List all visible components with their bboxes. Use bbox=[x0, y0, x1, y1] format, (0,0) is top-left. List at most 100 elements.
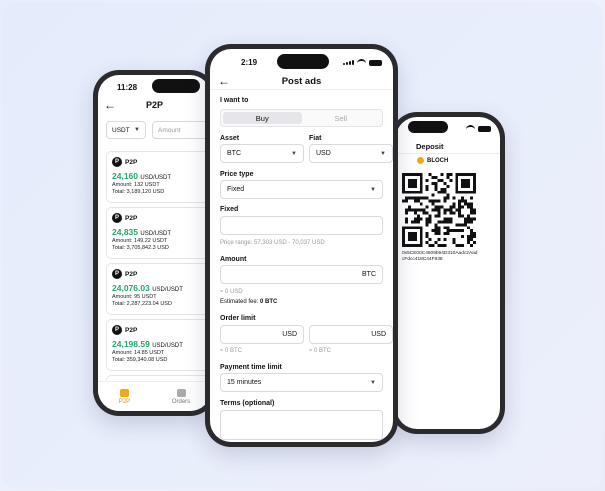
fee-label: Estimated fee: bbox=[220, 299, 261, 305]
amount-unit: BTC bbox=[362, 271, 376, 278]
order-limit-min-input[interactable]: USD bbox=[220, 325, 304, 344]
buy-tab[interactable]: Buy bbox=[223, 112, 302, 124]
offer-total: Total: 3,189,120 USD bbox=[112, 189, 165, 195]
dynamic-island bbox=[408, 121, 448, 133]
offer-card[interactable]: P P2P 24,160 USD/USDT Amount: 132 USDT To… bbox=[106, 151, 211, 203]
offer-card[interactable]: P P2P 24,835 USD/USDT Amount: 149.22 USDT… bbox=[106, 207, 211, 259]
terms-input[interactable] bbox=[220, 410, 383, 440]
offer-unit: USD/USDT bbox=[152, 287, 183, 293]
post-ads-navbar: ← Post ads bbox=[210, 73, 393, 89]
offer-price: 24,835 bbox=[112, 227, 138, 237]
status-icons bbox=[343, 59, 382, 66]
deposit-phone: Deposit BLOCH 0x5CE00C4609b94D310Aadc2Aa… bbox=[391, 112, 505, 434]
sell-tab[interactable]: Sell bbox=[302, 112, 381, 124]
chevron-down-icon: ▼ bbox=[380, 150, 386, 157]
asset-label: Asset bbox=[220, 135, 240, 142]
p2p-logo-icon: P bbox=[112, 325, 122, 335]
fiat-value: USD bbox=[316, 150, 331, 157]
offer-name: P2P bbox=[125, 158, 138, 166]
post-ads-screen: 2:19 ← Post ads I want to Buy Sell Asset… bbox=[210, 49, 393, 442]
divider bbox=[396, 153, 500, 154]
amount-input[interactable]: BTC bbox=[220, 265, 383, 284]
limit-unit: USD bbox=[371, 331, 386, 338]
price-type-select[interactable]: Fixed ▼ bbox=[220, 180, 383, 199]
offer-price: 24,076.03 bbox=[112, 283, 150, 293]
fee-value: 0 BTC bbox=[260, 299, 278, 305]
offer-price: 24,198.59 bbox=[112, 339, 150, 349]
order-limit-label: Order limit bbox=[220, 315, 256, 322]
offer-name: P2P bbox=[125, 214, 138, 222]
offer-total: Total: 2,287,223.04 USD bbox=[112, 301, 172, 307]
offer-name: P2P bbox=[125, 326, 138, 334]
asset-select[interactable]: BTC ▼ bbox=[220, 144, 304, 163]
status-icons bbox=[466, 125, 491, 132]
limit-unit: USD bbox=[282, 331, 297, 338]
back-arrow-icon[interactable]: ← bbox=[218, 74, 230, 88]
tab-orders[interactable]: Orders bbox=[172, 388, 190, 405]
wifi-icon bbox=[466, 125, 475, 132]
offer-unit: USD/USDT bbox=[140, 231, 172, 237]
dynamic-island bbox=[277, 54, 329, 69]
currency-select[interactable]: USDT ▼ bbox=[106, 121, 146, 139]
asset-value: BTC bbox=[227, 150, 241, 157]
chevron-down-icon: ▼ bbox=[370, 379, 376, 386]
offer-amount: Amount: 132 USDT bbox=[112, 182, 160, 188]
fixed-label: Fixed bbox=[220, 206, 239, 213]
deposit-address[interactable]: 0x5CE00C4609b94D310Aadc2AadcFdcc418C44F8… bbox=[402, 251, 478, 263]
want-label: I want to bbox=[220, 97, 249, 104]
status-time: 11:28 bbox=[117, 83, 138, 92]
buy-sell-toggle: Buy Sell bbox=[220, 109, 383, 127]
coin-icon bbox=[417, 157, 424, 164]
p2p-navbar: ← P2P bbox=[98, 97, 211, 113]
deposit-screen: Deposit BLOCH 0x5CE00C4609b94D310Aadc2Aa… bbox=[396, 117, 500, 429]
tab-p2p[interactable]: P2P bbox=[118, 388, 131, 405]
payment-time-label: Payment time limit bbox=[220, 364, 282, 371]
fiat-label: Fiat bbox=[309, 135, 322, 142]
fiat-select[interactable]: USD ▼ bbox=[309, 144, 393, 163]
estimated-fee: Estimated fee: 0 BTC bbox=[220, 299, 277, 305]
amount-approx: ≈ 0 USD bbox=[220, 289, 243, 295]
p2p-screen: 11:28 ← P2P USDT ▼ Amount P P2P 24,160 USD… bbox=[98, 75, 211, 411]
deposit-qr-code bbox=[402, 173, 476, 247]
p2p-phone: 11:28 ← P2P USDT ▼ Amount P P2P 24,160 USD… bbox=[93, 70, 216, 416]
limit-max-approx: ≈ 0 BTC bbox=[309, 348, 331, 354]
price-type-label: Price type bbox=[220, 171, 254, 178]
chevron-down-icon: ▼ bbox=[370, 186, 376, 193]
order-limit-max-input[interactable]: USD bbox=[309, 325, 393, 344]
wifi-icon bbox=[357, 59, 366, 66]
back-arrow-icon[interactable]: ← bbox=[104, 98, 116, 112]
coin-name: BLOCH bbox=[427, 157, 449, 164]
bottom-tab-bar: P2P Orders bbox=[98, 381, 211, 411]
battery-icon bbox=[478, 125, 491, 132]
page-title: P2P bbox=[145, 100, 163, 110]
offer-card[interactable]: P P2P 24,198.59 USD/USDT Amount: 14.85 US… bbox=[106, 319, 211, 371]
chevron-down-icon: ▼ bbox=[291, 150, 297, 157]
payment-time-value: 15 minutes bbox=[227, 379, 262, 386]
divider bbox=[210, 89, 393, 90]
status-time: 2:19 bbox=[241, 58, 258, 67]
offer-amount: Amount: 149.22 USDT bbox=[112, 238, 168, 244]
offer-total: Total: 359,340.08 USD bbox=[112, 357, 168, 363]
price-range-hint: Price range: 57,303 USD - 70,037 USD bbox=[220, 240, 325, 246]
post-ads-phone: 2:19 ← Post ads I want to Buy Sell Asset… bbox=[205, 44, 398, 447]
fixed-price-input[interactable] bbox=[220, 216, 383, 235]
chevron-down-icon: ▼ bbox=[134, 127, 140, 133]
offer-price: 24,160 bbox=[112, 171, 138, 181]
offer-amount: Amount: 14.85 USDT bbox=[112, 350, 165, 356]
p2p-logo-icon: P bbox=[112, 213, 122, 223]
page-title: Deposit bbox=[416, 141, 444, 151]
limit-min-approx: ≈ 0 BTC bbox=[220, 348, 242, 354]
orders-tab-icon bbox=[176, 388, 186, 397]
offer-unit: USD/USDT bbox=[152, 343, 183, 349]
payment-time-select[interactable]: 15 minutes ▼ bbox=[220, 373, 383, 392]
deposit-navbar: Deposit bbox=[416, 139, 500, 153]
signal-icon bbox=[343, 60, 354, 65]
offer-card[interactable]: P P2P 24,076.03 USD/USDT Amount: 95 USDT … bbox=[106, 263, 211, 315]
tab-label: P2P bbox=[118, 398, 131, 405]
coin-selector[interactable]: BLOCH bbox=[417, 157, 448, 164]
currency-select-value: USDT bbox=[112, 126, 130, 134]
amount-input[interactable]: Amount bbox=[152, 121, 211, 139]
terms-label: Terms (optional) bbox=[220, 400, 275, 407]
offer-name: P2P bbox=[125, 270, 138, 278]
filter-row: USDT ▼ Amount bbox=[106, 121, 211, 139]
